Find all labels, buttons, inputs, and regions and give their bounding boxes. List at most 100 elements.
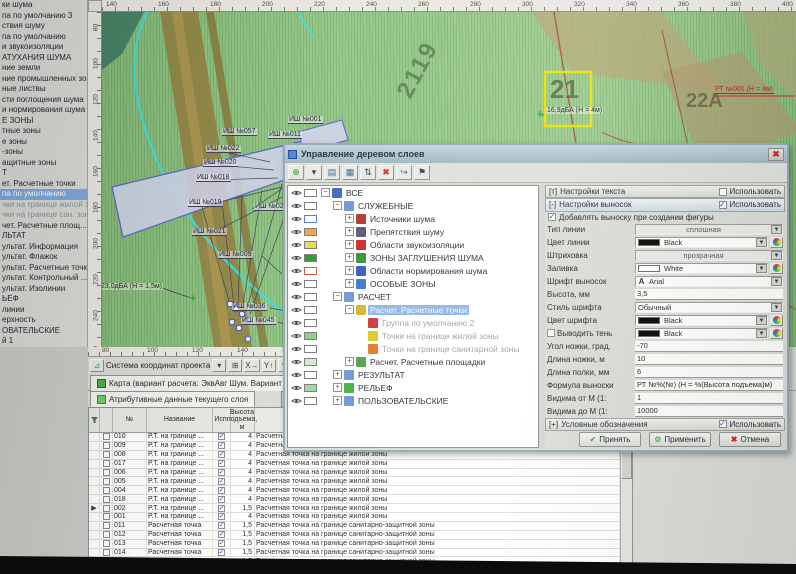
- legend-header[interactable]: [+] Условные обозначения ✓ Использовать: [545, 418, 785, 431]
- field-leg-angle[interactable]: -70: [635, 341, 783, 352]
- use-checkbox[interactable]: ✓: [218, 558, 225, 565]
- field-visible-to[interactable]: 10000: [635, 406, 783, 417]
- table-row[interactable]: 005Р.Т. на границе ...✓4Расчетная точка …: [89, 477, 632, 486]
- copy-layer-icon[interactable]: ▤: [324, 165, 340, 180]
- axis-x-button[interactable]: X→: [244, 359, 259, 372]
- layer-tree-row[interactable]: +Расчет. Расчетные площадки: [288, 355, 538, 368]
- field-formula[interactable]: РТ №%(№) (Н = %(Высота подъема)м): [635, 380, 783, 391]
- color-palette-button[interactable]: [770, 237, 783, 248]
- tree-expander[interactable]: +: [333, 383, 342, 392]
- visibility-eye-icon[interactable]: [290, 370, 302, 379]
- axis-y-button[interactable]: Y↑: [262, 359, 276, 372]
- sidebar-item[interactable]: ние промышленных зон: [0, 74, 87, 85]
- layer-color-swatch[interactable]: [304, 371, 317, 379]
- layer-tree-row[interactable]: +РЕЛЬЕФ: [288, 381, 538, 394]
- table-row[interactable]: 012Расчетная точка✓1,5Расчетная точка на…: [89, 531, 632, 540]
- scroll-down-button[interactable]: ▼: [621, 562, 632, 573]
- chevron-down-icon[interactable]: ▼: [756, 238, 767, 247]
- use-checkbox[interactable]: ✓: [218, 505, 225, 512]
- sidebar-item[interactable]: линии: [0, 305, 87, 316]
- sidebar-item[interactable]: па по умолчанию 3: [0, 11, 87, 22]
- field-visible-from-input[interactable]: 1: [635, 393, 783, 404]
- tree-expander[interactable]: −: [345, 305, 354, 314]
- layer-color-swatch[interactable]: [304, 215, 317, 223]
- field-formula-input[interactable]: РТ №%(№) (Н = %(Высота подъема)м): [635, 380, 783, 391]
- delete-layer-icon[interactable]: ✖: [378, 165, 394, 180]
- tree-expander[interactable]: +: [345, 279, 354, 288]
- table-row[interactable]: 008Р.Т. на границе ...✓4Расчетная точка …: [89, 451, 632, 460]
- visibility-eye-icon[interactable]: [290, 305, 302, 314]
- visibility-eye-icon[interactable]: [290, 292, 302, 301]
- use-checkbox[interactable]: ✓: [218, 451, 225, 458]
- color-palette-button[interactable]: [770, 328, 783, 339]
- sidebar-item[interactable]: ультат. Контрольный ...: [0, 273, 87, 284]
- chevron-down-icon[interactable]: ▼: [756, 264, 767, 273]
- tree-expander[interactable]: −: [321, 188, 330, 197]
- visibility-eye-icon[interactable]: [290, 227, 302, 236]
- layer-tree-row[interactable]: −СЛУЖЕБНЫЕ: [288, 199, 538, 212]
- field-fill-combo[interactable]: White▼: [635, 263, 768, 274]
- color-palette-button[interactable]: [770, 315, 783, 326]
- layer-tree-row[interactable]: +ПОЛЬЗОВАТЕЛЬСКИЕ: [288, 394, 538, 407]
- field-leg-angle-input[interactable]: -70: [635, 341, 783, 352]
- chevron-down-icon[interactable]: ▼: [771, 251, 782, 260]
- sidebar-item[interactable]: Е ЗОНЫ: [0, 116, 87, 127]
- grid-toggle-button[interactable]: ⊞: [228, 359, 242, 372]
- sidebar-item[interactable]: ОВАТЕЛЬСКИЕ: [0, 326, 87, 337]
- use-checkbox[interactable]: ✓: [218, 540, 225, 547]
- row-select-checkbox[interactable]: [103, 442, 110, 449]
- field-callout-font[interactable]: AArial▼: [635, 276, 783, 287]
- sidebar-item[interactable]: и звукоизоляции: [0, 42, 87, 53]
- tab-attributes[interactable]: Атрибутивные данные текущего слоя: [90, 391, 255, 407]
- sidebar-item[interactable]: й 1: [0, 336, 87, 347]
- tree-expander[interactable]: +: [345, 357, 354, 366]
- sidebar-item[interactable]: чет. Расчетные площ...: [0, 221, 87, 232]
- layer-tree-row[interactable]: Группа по умолчанию 2: [288, 316, 538, 329]
- layer-color-swatch[interactable]: [304, 319, 317, 327]
- layer-color-swatch[interactable]: [304, 254, 317, 262]
- field-height-mm[interactable]: 3,5: [635, 289, 783, 300]
- sidebar-item[interactable]: -зоны: [0, 147, 87, 158]
- sidebar-item[interactable]: ные листвы: [0, 84, 87, 95]
- filter-icon[interactable]: [89, 408, 100, 432]
- visibility-eye-icon[interactable]: [290, 214, 302, 223]
- flag-layer-icon[interactable]: ⚑: [414, 165, 430, 180]
- chevron-down-icon[interactable]: ▼: [771, 277, 782, 286]
- row-select-checkbox[interactable]: [103, 522, 110, 529]
- tree-expander[interactable]: +: [333, 396, 342, 405]
- chevron-down-icon[interactable]: ▼: [771, 225, 782, 234]
- layer-color-swatch[interactable]: [304, 228, 317, 236]
- visibility-eye-icon[interactable]: [290, 188, 302, 197]
- use-checkbox[interactable]: ✓: [218, 487, 225, 494]
- close-icon[interactable]: ✖: [768, 148, 784, 161]
- use-checkbox[interactable]: ✓: [218, 433, 225, 440]
- use-checkbox[interactable]: ✓: [218, 496, 225, 503]
- use-checkbox[interactable]: ✓: [218, 522, 225, 529]
- layer-tree-row[interactable]: −ВСЕ: [288, 186, 538, 199]
- accept-button[interactable]: ✔Принять: [579, 432, 641, 447]
- sidebar-item[interactable]: Т: [0, 168, 87, 179]
- layer-color-swatch[interactable]: [304, 345, 317, 353]
- use-checkbox[interactable]: ✓: [218, 531, 225, 538]
- sidebar-item[interactable]: чки на границе жилой зоны: [0, 200, 87, 211]
- callout-settings-use-checkbox[interactable]: ✓: [719, 201, 727, 209]
- table-row[interactable]: 006Р.Т. на границе ...✓4Расчетная точка …: [89, 469, 632, 478]
- field-shelf-length-mm[interactable]: 6: [635, 367, 783, 378]
- layer-color-swatch[interactable]: [304, 358, 317, 366]
- table-row[interactable]: 017Р.Т. на границе ...✓4Расчетная точка …: [89, 460, 632, 469]
- cancel-button[interactable]: ✖Отмена: [719, 432, 781, 447]
- sidebar-item[interactable]: ультат. Расчетные точки: [0, 263, 87, 274]
- visibility-eye-icon[interactable]: [290, 253, 302, 262]
- field-shadow[interactable]: Black▼: [635, 328, 783, 339]
- field-line-color-combo[interactable]: Black▼: [635, 237, 768, 248]
- field-hatch-combo[interactable]: прозрачная▼: [635, 250, 783, 261]
- coord-system-dropdown[interactable]: ▾: [212, 359, 226, 372]
- visibility-eye-icon[interactable]: [290, 266, 302, 275]
- paste-layer-icon[interactable]: ▦: [342, 165, 358, 180]
- tree-expander[interactable]: +: [333, 370, 342, 379]
- visibility-eye-icon[interactable]: [290, 396, 302, 405]
- field-visible-to-input[interactable]: 10000: [635, 406, 783, 417]
- sidebar-item[interactable]: ультат. Изолинии: [0, 284, 87, 295]
- sidebar-item[interactable]: ащитные зоны: [0, 158, 87, 169]
- row-select-checkbox[interactable]: [103, 505, 110, 512]
